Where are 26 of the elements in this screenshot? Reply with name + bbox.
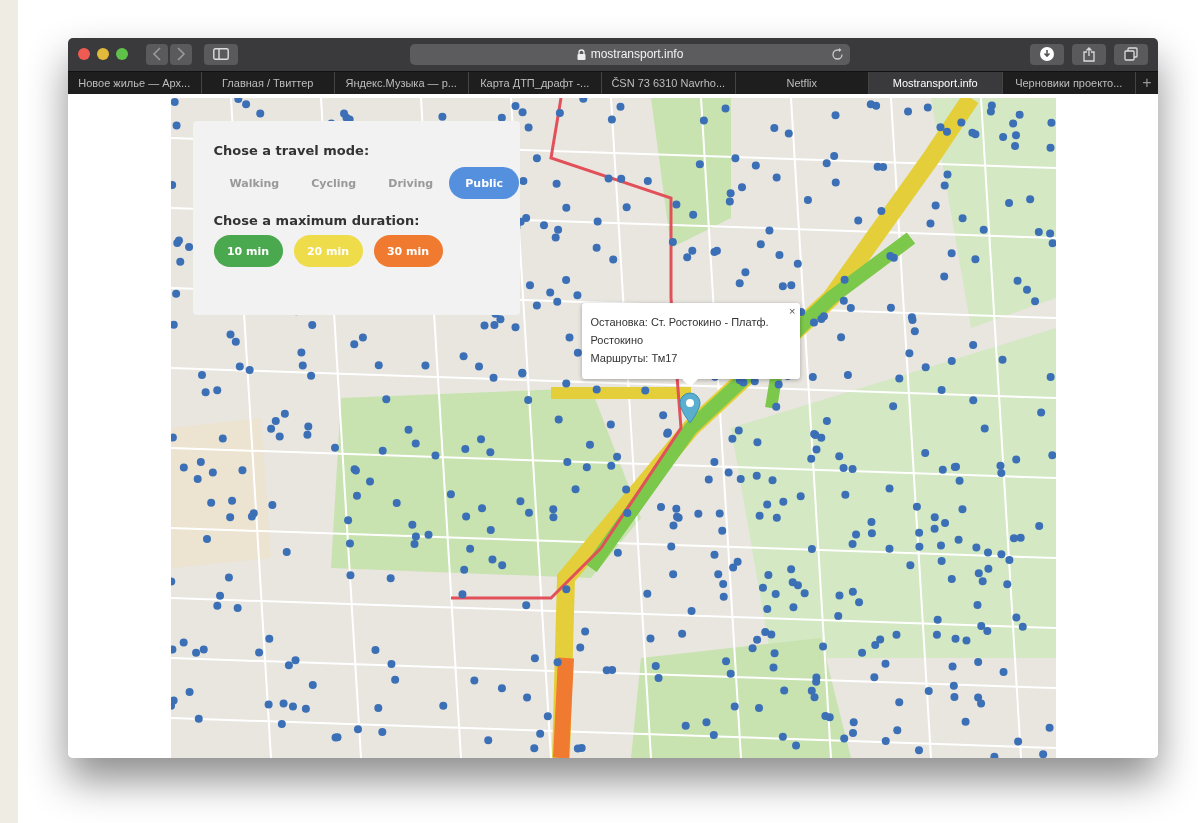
back-button[interactable] [146, 43, 168, 65]
duration-title: Chose a maximum duration: [213, 213, 421, 228]
lock-icon [576, 48, 586, 60]
address-text: mostransport.info [590, 47, 684, 62]
sidebar-icon [213, 48, 229, 61]
tabs-icon [1124, 47, 1138, 62]
forward-chevron-icon [176, 47, 186, 62]
popup-close-button[interactable]: × [787, 305, 798, 317]
browser-tab[interactable]: Mostransport.info [869, 71, 1003, 94]
minimize-window-icon[interactable] [97, 48, 109, 61]
reload-icon[interactable] [831, 47, 844, 61]
close-window-icon[interactable] [78, 48, 90, 61]
forward-button[interactable] [170, 43, 192, 65]
tabs-overview-button[interactable] [1114, 43, 1148, 65]
share-icon [1083, 46, 1095, 62]
back-chevron-icon [152, 47, 162, 62]
zoom-window-icon[interactable] [116, 48, 128, 61]
popup-text: Остановка: Ст. Ростокино - Платф. Ростокино [590, 315, 770, 348]
address-bar[interactable]: mostransport.info [410, 43, 850, 65]
sidebar-button[interactable] [204, 43, 238, 65]
downloads-button[interactable] [1030, 43, 1064, 65]
share-button[interactable] [1072, 43, 1106, 65]
travel-mode-title: Chose a travel mode: [213, 143, 371, 158]
map-pin-icon [678, 392, 701, 424]
popup-text: Маршруты: Тм17 [590, 351, 679, 366]
download-icon [1040, 47, 1054, 62]
